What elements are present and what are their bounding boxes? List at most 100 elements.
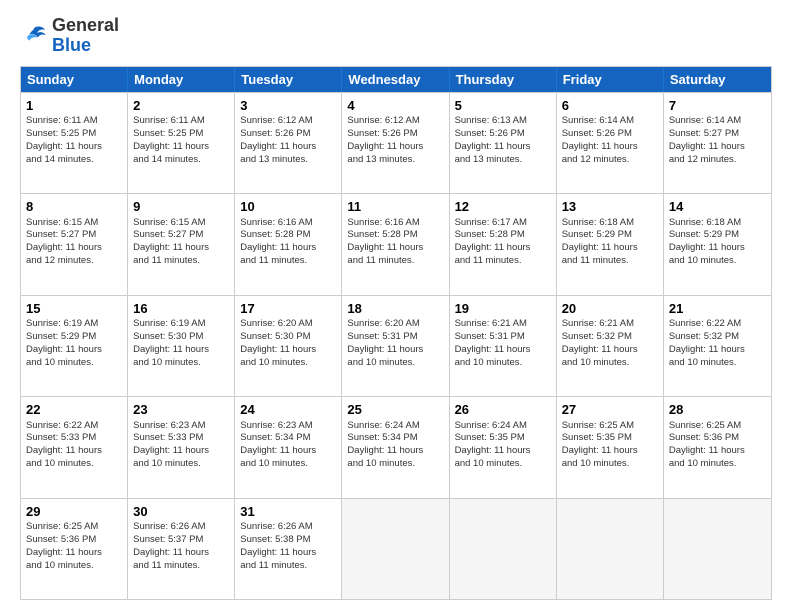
day-info: and 11 minutes. [133, 255, 229, 268]
day-info: Daylight: 11 hours [133, 141, 229, 154]
day-info: Sunrise: 6:18 AM [562, 217, 658, 230]
day-info: Sunrise: 6:17 AM [455, 217, 551, 230]
cal-cell: 6Sunrise: 6:14 AMSunset: 5:26 PMDaylight… [557, 93, 664, 193]
day-info: Sunset: 5:28 PM [455, 229, 551, 242]
day-info: Sunrise: 6:26 AM [133, 521, 229, 534]
cal-cell [342, 499, 449, 599]
day-info: Sunset: 5:30 PM [133, 331, 229, 344]
day-info: Sunset: 5:36 PM [669, 432, 766, 445]
cal-cell: 17Sunrise: 6:20 AMSunset: 5:30 PMDayligh… [235, 296, 342, 396]
day-info: Sunrise: 6:11 AM [26, 115, 122, 128]
day-number: 7 [669, 97, 766, 115]
cal-cell [664, 499, 771, 599]
day-info: Daylight: 11 hours [455, 445, 551, 458]
day-info: and 10 minutes. [26, 357, 122, 370]
day-number: 23 [133, 401, 229, 419]
day-info: Daylight: 11 hours [133, 242, 229, 255]
day-info: Daylight: 11 hours [562, 242, 658, 255]
day-info: Sunset: 5:26 PM [347, 128, 443, 141]
day-number: 31 [240, 503, 336, 521]
day-number: 12 [455, 198, 551, 216]
day-number: 8 [26, 198, 122, 216]
week-row-2: 8Sunrise: 6:15 AMSunset: 5:27 PMDaylight… [21, 193, 771, 294]
day-info: Sunset: 5:33 PM [133, 432, 229, 445]
day-number: 18 [347, 300, 443, 318]
day-info: and 11 minutes. [347, 255, 443, 268]
day-info: Daylight: 11 hours [240, 547, 336, 560]
day-info: and 10 minutes. [26, 560, 122, 573]
cal-cell: 27Sunrise: 6:25 AMSunset: 5:35 PMDayligh… [557, 397, 664, 497]
day-info: Sunset: 5:35 PM [562, 432, 658, 445]
day-info: Sunset: 5:35 PM [455, 432, 551, 445]
day-info: Sunset: 5:31 PM [455, 331, 551, 344]
day-info: Sunrise: 6:21 AM [562, 318, 658, 331]
day-number: 13 [562, 198, 658, 216]
cal-cell: 8Sunrise: 6:15 AMSunset: 5:27 PMDaylight… [21, 194, 128, 294]
cal-cell: 29Sunrise: 6:25 AMSunset: 5:36 PMDayligh… [21, 499, 128, 599]
day-info: and 11 minutes. [562, 255, 658, 268]
day-info: and 10 minutes. [562, 357, 658, 370]
day-number: 29 [26, 503, 122, 521]
day-info: Daylight: 11 hours [562, 344, 658, 357]
day-info: Sunrise: 6:15 AM [26, 217, 122, 230]
day-info: Daylight: 11 hours [26, 445, 122, 458]
day-info: Daylight: 11 hours [669, 445, 766, 458]
cal-cell: 3Sunrise: 6:12 AMSunset: 5:26 PMDaylight… [235, 93, 342, 193]
day-number: 15 [26, 300, 122, 318]
header-day-friday: Friday [557, 67, 664, 92]
day-info: Sunrise: 6:26 AM [240, 521, 336, 534]
calendar-header: SundayMondayTuesdayWednesdayThursdayFrid… [21, 67, 771, 92]
day-info: Sunrise: 6:18 AM [669, 217, 766, 230]
day-info: Sunset: 5:36 PM [26, 534, 122, 547]
day-info: Daylight: 11 hours [669, 242, 766, 255]
cal-cell: 25Sunrise: 6:24 AMSunset: 5:34 PMDayligh… [342, 397, 449, 497]
day-number: 11 [347, 198, 443, 216]
day-info: and 10 minutes. [347, 458, 443, 471]
cal-cell [450, 499, 557, 599]
day-info: Sunrise: 6:25 AM [669, 420, 766, 433]
cal-cell: 1Sunrise: 6:11 AMSunset: 5:25 PMDaylight… [21, 93, 128, 193]
day-info: Daylight: 11 hours [347, 445, 443, 458]
cal-cell: 4Sunrise: 6:12 AMSunset: 5:26 PMDaylight… [342, 93, 449, 193]
day-info: Sunrise: 6:19 AM [133, 318, 229, 331]
day-info: Sunrise: 6:23 AM [133, 420, 229, 433]
day-info: Daylight: 11 hours [26, 242, 122, 255]
day-info: Sunset: 5:33 PM [26, 432, 122, 445]
header: General Blue [20, 16, 772, 56]
cal-cell: 11Sunrise: 6:16 AMSunset: 5:28 PMDayligh… [342, 194, 449, 294]
day-info: Sunrise: 6:16 AM [347, 217, 443, 230]
day-info: and 14 minutes. [133, 154, 229, 167]
header-day-wednesday: Wednesday [342, 67, 449, 92]
day-info: Sunset: 5:27 PM [133, 229, 229, 242]
day-info: Daylight: 11 hours [347, 242, 443, 255]
week-row-3: 15Sunrise: 6:19 AMSunset: 5:29 PMDayligh… [21, 295, 771, 396]
day-number: 16 [133, 300, 229, 318]
day-info: Daylight: 11 hours [133, 344, 229, 357]
logo-icon [20, 22, 48, 50]
week-row-5: 29Sunrise: 6:25 AMSunset: 5:36 PMDayligh… [21, 498, 771, 599]
day-info: Daylight: 11 hours [347, 344, 443, 357]
day-number: 21 [669, 300, 766, 318]
day-info: and 10 minutes. [133, 357, 229, 370]
day-number: 10 [240, 198, 336, 216]
day-info: Daylight: 11 hours [26, 344, 122, 357]
day-info: Daylight: 11 hours [455, 242, 551, 255]
day-info: Daylight: 11 hours [133, 445, 229, 458]
day-info: Sunset: 5:25 PM [133, 128, 229, 141]
day-info: Sunrise: 6:14 AM [669, 115, 766, 128]
day-number: 19 [455, 300, 551, 318]
day-info: Sunrise: 6:21 AM [455, 318, 551, 331]
day-info: Sunrise: 6:11 AM [133, 115, 229, 128]
day-info: Sunset: 5:37 PM [133, 534, 229, 547]
header-day-thursday: Thursday [450, 67, 557, 92]
logo: General Blue [20, 16, 119, 56]
cal-cell [557, 499, 664, 599]
cal-cell: 22Sunrise: 6:22 AMSunset: 5:33 PMDayligh… [21, 397, 128, 497]
day-number: 1 [26, 97, 122, 115]
day-info: Sunrise: 6:16 AM [240, 217, 336, 230]
day-info: Daylight: 11 hours [26, 547, 122, 560]
day-number: 20 [562, 300, 658, 318]
day-number: 6 [562, 97, 658, 115]
day-info: Sunrise: 6:24 AM [347, 420, 443, 433]
cal-cell: 12Sunrise: 6:17 AMSunset: 5:28 PMDayligh… [450, 194, 557, 294]
